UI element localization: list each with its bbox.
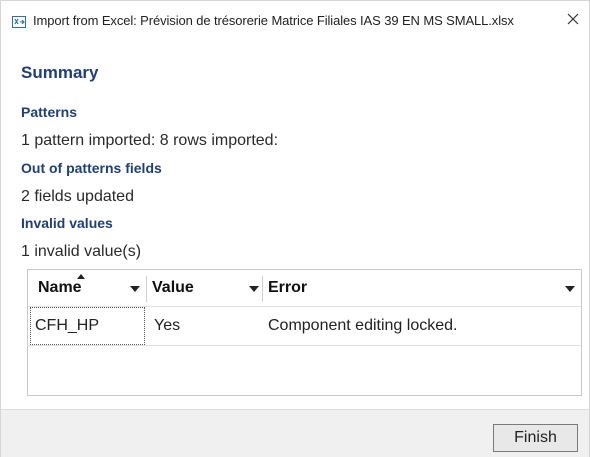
invalid-values-text: 1 invalid value(s) [21, 243, 142, 260]
invalid-values-heading: Invalid values [21, 215, 113, 231]
out-of-patterns-heading: Out of patterns fields [21, 160, 162, 176]
sort-ascending-icon [77, 274, 85, 279]
finish-button[interactable]: Finish [493, 424, 578, 452]
cell-value[interactable]: Yes [154, 307, 258, 345]
dialog-footer: Finish [1, 409, 589, 457]
patterns-text: 1 pattern imported: 8 rows imported: [21, 132, 279, 149]
chevron-down-icon[interactable] [565, 286, 575, 292]
cell-error[interactable]: Component editing locked. [268, 307, 568, 345]
title-bar: Import from Excel: Prévision de trésorer… [1, 1, 589, 41]
column-header-error[interactable]: Error [268, 270, 568, 306]
window-title: Import from Excel: Prévision de trésorer… [33, 13, 514, 28]
chevron-down-icon[interactable] [130, 286, 140, 292]
close-button[interactable] [559, 7, 587, 35]
patterns-heading: Patterns [21, 104, 78, 120]
column-divider[interactable] [146, 276, 147, 302]
invalid-values-grid: Name Value Error CFH_HP Yes Component ed… [27, 269, 582, 396]
cell-name[interactable]: CFH_HP [30, 307, 145, 345]
excel-import-icon [12, 15, 26, 28]
column-divider[interactable] [262, 276, 263, 302]
chevron-down-icon[interactable] [249, 286, 259, 292]
out-of-patterns-text: 2 fields updated [21, 188, 134, 205]
import-dialog: Import from Excel: Prévision de trésorer… [0, 0, 590, 457]
grid-header: Name Value Error [28, 270, 581, 306]
summary-heading: Summary [21, 63, 99, 82]
column-header-name-label: Name [38, 279, 82, 296]
column-header-value-label: Value [152, 279, 194, 296]
column-header-error-label: Error [268, 279, 308, 296]
column-header-value[interactable]: Value [152, 270, 262, 306]
table-row[interactable]: CFH_HP Yes Component editing locked. [28, 306, 581, 346]
close-icon [567, 12, 579, 30]
